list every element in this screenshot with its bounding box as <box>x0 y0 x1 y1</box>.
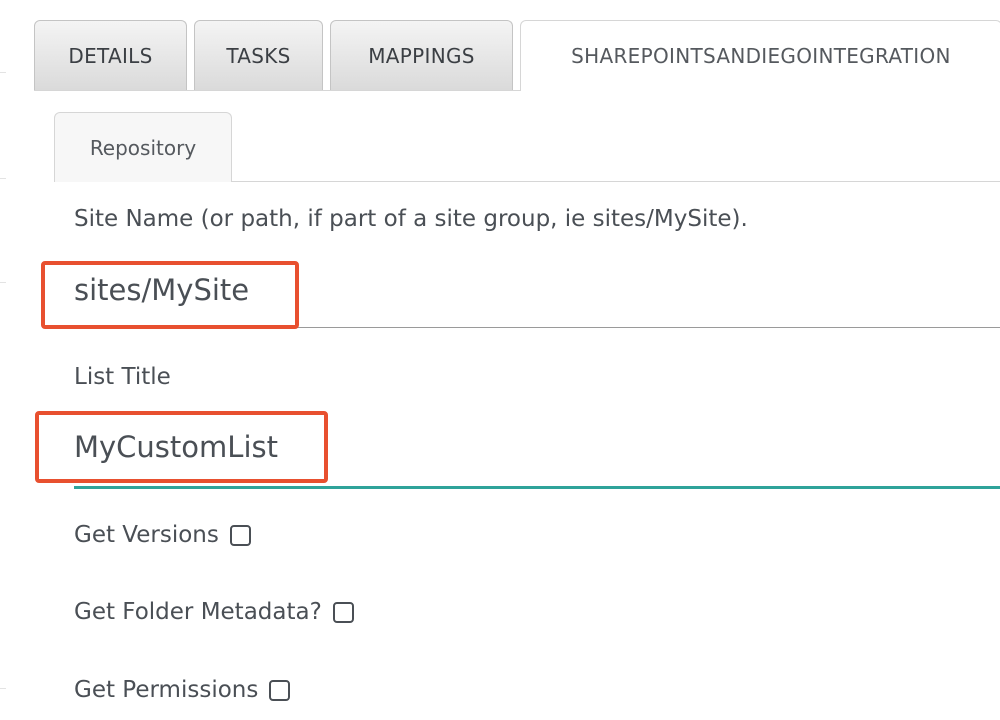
get-permissions-label: Get Permissions <box>74 677 259 703</box>
get-versions-label: Get Versions <box>74 522 219 548</box>
tab-tasks[interactable]: TASKS <box>194 20 323 90</box>
tab-details[interactable]: DETAILS <box>34 20 187 90</box>
left-gutter-divider <box>0 688 6 689</box>
site-name-label: Site Name (or path, if part of a site gr… <box>74 206 748 232</box>
get-permissions-row: Get Permissions <box>74 677 291 703</box>
left-gutter-divider <box>0 178 6 179</box>
list-title-input[interactable] <box>74 427 1000 467</box>
main-tab-bar: DETAILS TASKS MAPPINGS SHAREPOINTSANDIEG… <box>34 20 1000 91</box>
list-title-underline-focused <box>74 486 1000 489</box>
get-folder-metadata-label: Get Folder Metadata? <box>74 599 322 625</box>
left-gutter-divider <box>0 72 6 73</box>
sharepoint-integration-page: DETAILS TASKS MAPPINGS SHAREPOINTSANDIEG… <box>0 0 1000 720</box>
left-gutter-divider <box>0 282 6 283</box>
get-versions-row: Get Versions <box>74 522 251 548</box>
site-name-input[interactable] <box>74 270 1000 310</box>
get-versions-checkbox[interactable] <box>229 524 251 546</box>
tab-sharepointsandiegointegration[interactable]: SHAREPOINTSANDIEGOINTEGRATION <box>520 20 1000 91</box>
tab-tasks-label: TASKS <box>226 43 291 68</box>
tab-integration-label: SHAREPOINTSANDIEGOINTEGRATION <box>571 44 951 68</box>
site-name-underline <box>74 327 1000 328</box>
list-title-label: List Title <box>74 364 171 390</box>
tab-mappings-label: MAPPINGS <box>368 43 475 68</box>
get-folder-metadata-checkbox[interactable] <box>332 601 354 623</box>
tab-details-label: DETAILS <box>68 43 153 68</box>
subtab-repository[interactable]: Repository <box>54 112 232 182</box>
get-permissions-checkbox[interactable] <box>269 679 291 701</box>
tab-mappings[interactable]: MAPPINGS <box>330 20 513 90</box>
sub-tab-bar: Repository <box>34 112 1000 182</box>
subtab-repository-label: Repository <box>89 135 197 160</box>
get-folder-metadata-row: Get Folder Metadata? <box>74 599 354 625</box>
